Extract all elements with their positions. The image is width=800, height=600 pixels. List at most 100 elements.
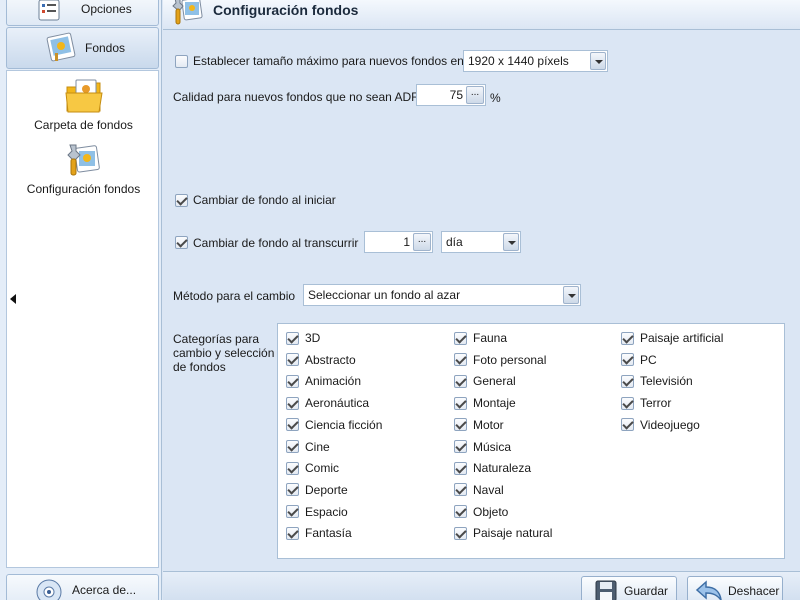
category-checkbox[interactable] xyxy=(454,505,467,519)
method-dropdown[interactable]: Seleccionar un fondo al azar xyxy=(303,284,581,306)
chevron-down-icon[interactable] xyxy=(503,233,519,251)
category-item[interactable]: Ciencia ficción xyxy=(286,417,382,433)
categories-label-line: cambio y selección xyxy=(173,346,275,360)
quality-dots-button[interactable]: ... xyxy=(466,86,484,104)
categories-list: 3D Abstracto Animación Aeronáutica Ciencia f… xyxy=(277,323,785,559)
category-checkbox[interactable] xyxy=(454,331,467,345)
category-label: Deporte xyxy=(305,482,348,497)
undo-arrow-icon xyxy=(695,580,722,600)
save-button[interactable]: Guardar xyxy=(581,576,677,600)
category-checkbox[interactable] xyxy=(454,440,467,453)
category-checkbox[interactable] xyxy=(454,396,467,410)
category-item[interactable]: Objeto xyxy=(454,504,508,520)
change-on-start-label: Cambiar de fondo al iniciar xyxy=(193,193,336,207)
chevron-down-icon[interactable] xyxy=(563,286,579,304)
sidebar-item-configuracion-fondos[interactable]: Configuración fondos xyxy=(7,141,160,196)
category-item[interactable]: PC xyxy=(621,352,657,368)
category-checkbox[interactable] xyxy=(286,396,299,410)
save-button-label: Guardar xyxy=(624,584,669,598)
category-checkbox[interactable] xyxy=(286,374,299,388)
interval-dots-button[interactable]: ... xyxy=(413,233,431,251)
category-item[interactable]: Animación xyxy=(286,373,361,389)
category-item[interactable]: Naturaleza xyxy=(454,460,531,476)
chevron-down-icon[interactable] xyxy=(590,52,606,70)
category-checkbox[interactable] xyxy=(454,418,467,432)
categories-label-line: Categorías para xyxy=(173,332,260,346)
category-item[interactable]: Montaje xyxy=(454,395,516,411)
interval-unit-dropdown[interactable]: día xyxy=(441,231,521,253)
category-item[interactable]: Aeronáutica xyxy=(286,395,369,411)
category-checkbox[interactable] xyxy=(621,396,634,410)
category-checkbox[interactable] xyxy=(621,418,634,432)
category-label: Abstracto xyxy=(305,352,356,367)
category-checkbox[interactable] xyxy=(621,331,634,345)
category-checkbox[interactable] xyxy=(454,526,467,540)
category-checkbox[interactable] xyxy=(286,526,299,540)
interval-input[interactable]: 1 ... xyxy=(364,231,433,253)
category-item[interactable]: Videojuego xyxy=(621,417,700,433)
page-title: Configuración fondos xyxy=(213,2,359,18)
nav-acerca-button[interactable]: Acerca de... xyxy=(6,574,159,600)
change-interval-label: Cambiar de fondo al transcurrir xyxy=(193,236,359,250)
collapse-sidebar-arrow-icon[interactable] xyxy=(10,294,16,304)
undo-button[interactable]: Deshacer xyxy=(687,576,783,600)
change-interval-checkbox[interactable] xyxy=(175,236,188,249)
category-item[interactable]: 3D xyxy=(286,330,320,346)
category-item[interactable]: Música xyxy=(454,439,511,455)
category-item[interactable]: Paisaje natural xyxy=(454,525,552,541)
page-header: Configuración fondos xyxy=(163,0,800,30)
about-disc-icon xyxy=(36,579,62,600)
sidebar-item-label: Configuración fondos xyxy=(26,182,141,196)
quality-label: Calidad para nuevos fondos que no sean A… xyxy=(173,90,419,104)
category-item[interactable]: Motor xyxy=(454,417,504,433)
nav-fondos-button[interactable]: Fondos xyxy=(6,27,159,69)
category-checkbox[interactable] xyxy=(286,353,299,367)
category-label: Naturaleza xyxy=(473,461,532,476)
category-label: PC xyxy=(640,352,657,367)
category-checkbox[interactable] xyxy=(286,483,299,497)
nav-opciones-button[interactable]: Opciones xyxy=(6,0,159,26)
method-label: Método para el cambio xyxy=(173,289,296,303)
category-item[interactable]: Terror xyxy=(621,395,671,411)
max-size-checkbox[interactable] xyxy=(175,55,188,68)
category-checkbox[interactable] xyxy=(286,505,299,519)
category-item[interactable]: Foto personal xyxy=(454,352,546,368)
category-item[interactable]: Naval xyxy=(454,482,504,498)
category-checkbox[interactable] xyxy=(286,461,299,475)
method-value: Seleccionar un fondo al azar xyxy=(308,288,461,302)
nav-opciones-label: Opciones xyxy=(81,2,132,16)
max-size-dropdown[interactable]: 1920 x 1440 píxels xyxy=(463,50,608,72)
category-item[interactable]: Fauna xyxy=(454,330,507,346)
category-checkbox[interactable] xyxy=(454,374,467,388)
category-checkbox[interactable] xyxy=(621,374,634,388)
category-checkbox[interactable] xyxy=(286,440,299,453)
category-checkbox[interactable] xyxy=(454,353,467,367)
category-checkbox[interactable] xyxy=(621,353,634,367)
category-checkbox[interactable] xyxy=(454,461,467,475)
category-label: Motor xyxy=(473,417,504,432)
sidebar-item-carpeta-de-fondos[interactable]: Carpeta de fondos xyxy=(7,77,160,132)
category-item[interactable]: Paisaje artificial xyxy=(621,330,723,346)
category-item[interactable]: General xyxy=(454,373,516,389)
category-item[interactable]: Televisión xyxy=(621,373,693,389)
category-checkbox[interactable] xyxy=(286,418,299,432)
category-checkbox[interactable] xyxy=(286,331,299,345)
category-item[interactable]: Cine xyxy=(286,439,330,455)
category-label: Paisaje natural xyxy=(473,526,553,541)
category-label: Foto personal xyxy=(473,352,547,367)
category-label: Fauna xyxy=(473,331,508,345)
category-item[interactable]: Deporte xyxy=(286,482,348,498)
category-item[interactable]: Comic xyxy=(286,460,339,476)
category-label: Aeronáutica xyxy=(305,396,370,411)
quality-value: 75 xyxy=(449,88,463,102)
category-label: 3D xyxy=(305,331,321,345)
nav-fondos-label: Fondos xyxy=(85,41,126,55)
category-checkbox[interactable] xyxy=(454,483,467,497)
category-item[interactable]: Abstracto xyxy=(286,352,356,368)
quality-input[interactable]: 75 ... xyxy=(416,84,486,106)
undo-button-label: Deshacer xyxy=(728,584,780,598)
change-on-start-checkbox[interactable] xyxy=(175,194,188,207)
nav-acerca-label: Acerca de... xyxy=(72,583,137,597)
category-item[interactable]: Espacio xyxy=(286,504,348,520)
category-item[interactable]: Fantasía xyxy=(286,525,352,541)
